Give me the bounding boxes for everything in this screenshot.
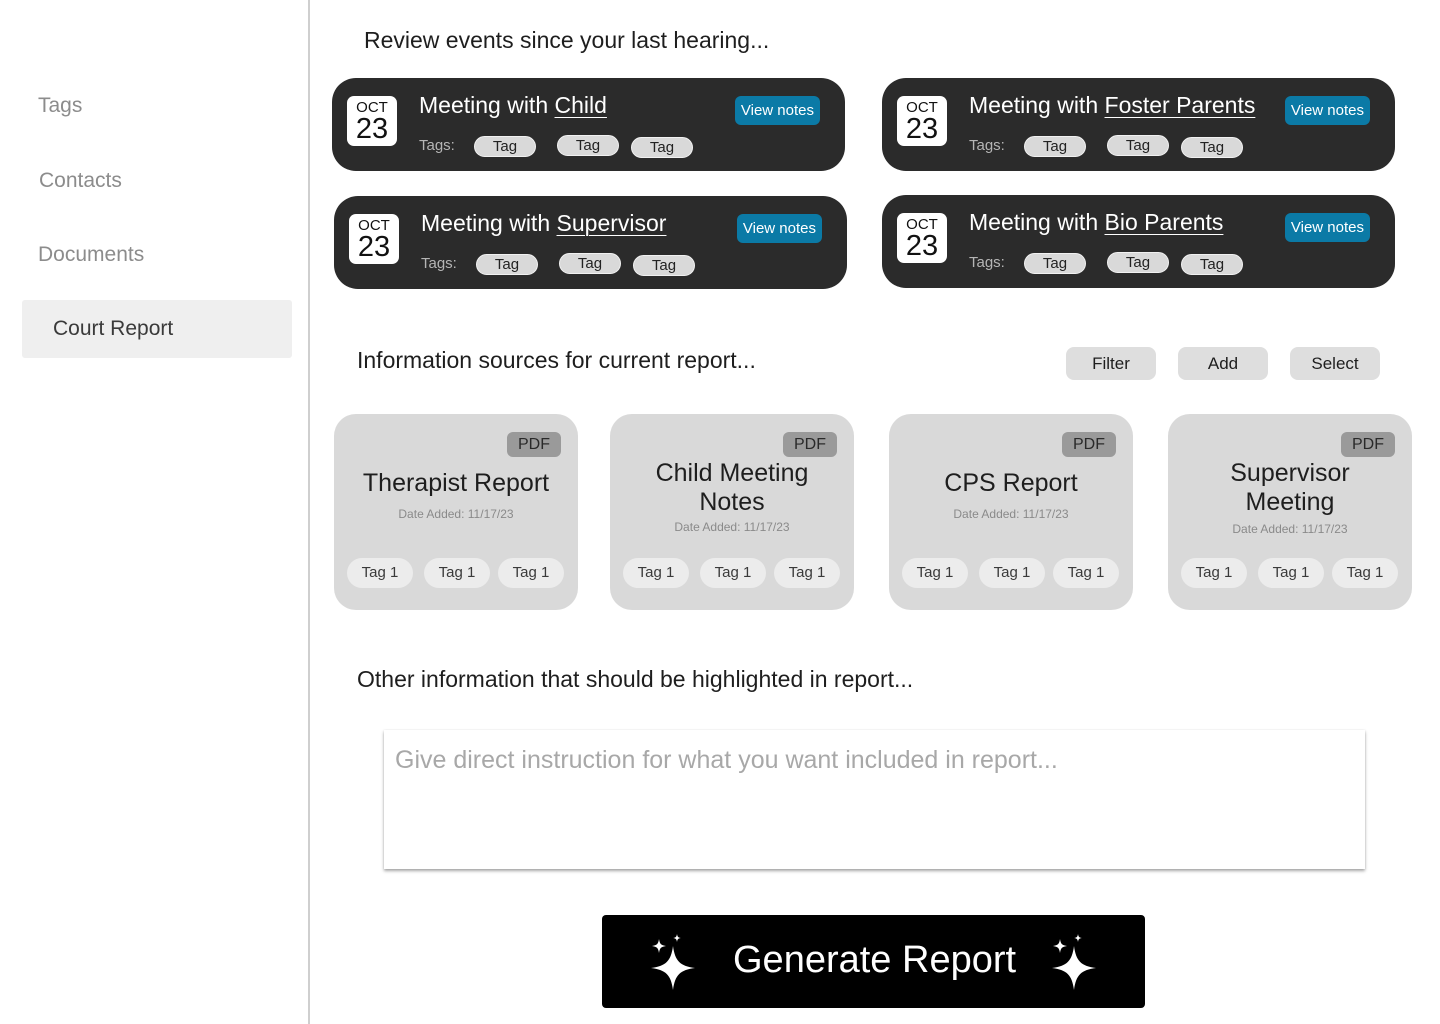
source-tag[interactable]: Tag 1 — [623, 558, 689, 588]
event-participant-link[interactable]: Supervisor — [557, 210, 667, 236]
event-tag[interactable]: Tag — [1024, 253, 1086, 274]
event-title: Meeting with Supervisor — [421, 210, 666, 237]
event-participant-link[interactable]: Bio Parents — [1105, 209, 1224, 235]
source-tag[interactable]: Tag 1 — [700, 558, 766, 588]
view-notes-button[interactable]: View notes — [736, 214, 822, 243]
event-tag[interactable]: Tag — [559, 253, 621, 274]
generate-report-label: Generate Report — [733, 939, 1017, 981]
source-tag[interactable]: Tag 1 — [347, 558, 413, 588]
event-participant-link[interactable]: Child — [555, 92, 607, 118]
source-card[interactable]: PDF Supervisor Meeting Date Added: 11/17… — [1168, 414, 1412, 610]
source-title: Therapist Report — [362, 469, 550, 497]
filter-button[interactable]: Filter — [1066, 347, 1156, 380]
event-day: 23 — [905, 230, 939, 262]
event-tag[interactable]: Tag — [1107, 252, 1169, 273]
tags-label: Tags: — [421, 255, 457, 272]
source-tag[interactable]: Tag 1 — [979, 558, 1045, 588]
add-button[interactable]: Add — [1178, 347, 1268, 380]
pdf-badge: PDF — [1062, 432, 1116, 457]
event-tag[interactable]: Tag — [1107, 135, 1169, 156]
event-card: OCT 23 Meeting with Bio Parents View not… — [882, 195, 1395, 288]
generate-report-button[interactable]: Generate Report — [602, 915, 1145, 1008]
view-notes-button[interactable]: View notes — [1284, 96, 1370, 125]
event-card: OCT 23 Meeting with Supervisor View note… — [334, 196, 847, 289]
tags-label: Tags: — [419, 137, 455, 154]
event-tag[interactable]: Tag — [557, 135, 619, 156]
event-title-prefix: Meeting with — [421, 210, 551, 236]
sidebar-item-court-report[interactable]: Court Report — [22, 300, 292, 358]
source-tag[interactable]: Tag 1 — [902, 558, 968, 588]
event-tag[interactable]: Tag — [474, 136, 536, 157]
source-tag[interactable]: Tag 1 — [774, 558, 840, 588]
event-title-prefix: Meeting with — [419, 92, 549, 118]
event-tag[interactable]: Tag — [1024, 136, 1086, 157]
source-tag[interactable]: Tag 1 — [1258, 558, 1324, 588]
calendar-date-icon: OCT 23 — [347, 96, 397, 146]
event-tag[interactable]: Tag — [476, 254, 538, 275]
source-card[interactable]: PDF Therapist Report Date Added: 11/17/2… — [334, 414, 578, 610]
event-title-prefix: Meeting with — [969, 92, 1099, 118]
sidebar: Tags Contacts Documents Court Report — [0, 0, 310, 1024]
source-title: Child Meeting Notes — [655, 459, 809, 516]
event-tag[interactable]: Tag — [1181, 254, 1243, 275]
sources-heading: Information sources for current report..… — [357, 347, 756, 373]
source-tag[interactable]: Tag 1 — [424, 558, 490, 588]
event-title: Meeting with Bio Parents — [969, 209, 1223, 236]
event-title: Meeting with Child — [419, 92, 607, 119]
pdf-badge: PDF — [783, 432, 837, 457]
source-title: CPS Report — [944, 469, 1078, 497]
sparkle-icon — [651, 934, 695, 990]
tags-label: Tags: — [969, 137, 1005, 154]
event-card: OCT 23 Meeting with Foster Parents View … — [882, 78, 1395, 171]
event-tag[interactable]: Tag — [1181, 137, 1243, 158]
source-date: Date Added: 11/17/23 — [674, 520, 790, 534]
view-notes-button[interactable]: View notes — [1284, 213, 1370, 242]
source-date: Date Added: 11/17/23 — [1232, 522, 1348, 536]
view-notes-button[interactable]: View notes — [734, 96, 820, 125]
pdf-badge: PDF — [507, 432, 561, 457]
select-button[interactable]: Select — [1290, 347, 1380, 380]
sidebar-item-tags[interactable]: Tags — [38, 94, 82, 118]
event-tag[interactable]: Tag — [633, 255, 695, 276]
event-participant-link[interactable]: Foster Parents — [1105, 92, 1256, 118]
source-card[interactable]: PDF Child Meeting Notes Date Added: 11/1… — [610, 414, 854, 610]
source-tag[interactable]: Tag 1 — [1053, 558, 1119, 588]
source-tag[interactable]: Tag 1 — [498, 558, 564, 588]
calendar-date-icon: OCT 23 — [897, 213, 947, 263]
event-tag[interactable]: Tag — [631, 137, 693, 158]
calendar-date-icon: OCT 23 — [897, 96, 947, 146]
source-date: Date Added: 11/17/23 — [953, 507, 1069, 521]
event-card: OCT 23 Meeting with Child View notes Tag… — [332, 78, 845, 171]
source-tag[interactable]: Tag 1 — [1181, 558, 1247, 588]
sidebar-item-documents[interactable]: Documents — [38, 243, 144, 267]
sparkle-icon — [1052, 934, 1096, 990]
source-date: Date Added: 11/17/23 — [398, 507, 514, 521]
highlight-heading: Other information that should be highlig… — [357, 666, 914, 692]
event-title-prefix: Meeting with — [969, 209, 1099, 235]
event-day: 23 — [355, 113, 389, 145]
pdf-badge: PDF — [1341, 432, 1395, 457]
source-tag[interactable]: Tag 1 — [1332, 558, 1398, 588]
events-heading: Review events since your last hearing... — [364, 27, 770, 53]
event-day: 23 — [905, 113, 939, 145]
report-instructions-field[interactable] — [384, 730, 1365, 869]
calendar-date-icon: OCT 23 — [349, 214, 399, 264]
tags-label: Tags: — [969, 254, 1005, 271]
event-title: Meeting with Foster Parents — [969, 92, 1255, 119]
sidebar-item-contacts[interactable]: Contacts — [39, 169, 122, 193]
source-title: Supervisor Meeting — [1230, 459, 1350, 516]
source-card[interactable]: PDF CPS Report Date Added: 11/17/23 Tag … — [889, 414, 1133, 610]
event-day: 23 — [357, 231, 391, 263]
